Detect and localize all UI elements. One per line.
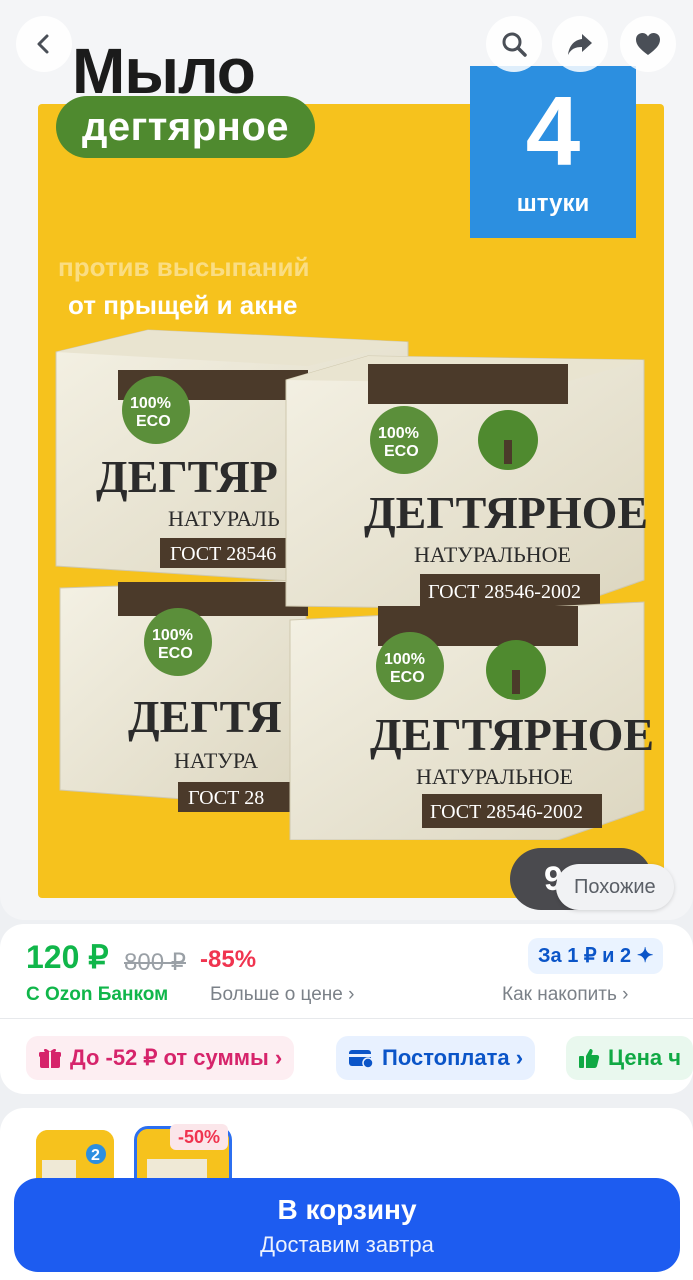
soap-bar: ДЕГТЯРНОЕ НАТУРАЛЬНОЕ ГОСТ 28546-2002 10… <box>289 601 654 840</box>
divider <box>0 1018 693 1019</box>
card-icon <box>349 1050 374 1068</box>
bonus-points-badge[interactable]: За 1 ₽ и 2 ✦ <box>528 938 664 974</box>
svg-text:НАТУРАЛЬНОЕ: НАТУРАЛЬНОЕ <box>416 764 573 789</box>
how-to-save-link[interactable]: Как накопить › <box>502 984 629 1006</box>
svg-text:ДЕГТЯ: ДЕГТЯ <box>128 691 282 742</box>
svg-text:ГОСТ 28546-2002: ГОСТ 28546-2002 <box>430 801 583 823</box>
variant-count-label: 2 <box>91 1147 100 1164</box>
svg-text:ГОСТ 28546-2002: ГОСТ 28546-2002 <box>428 581 581 603</box>
svg-text:ГОСТ 28546: ГОСТ 28546 <box>170 543 276 565</box>
svg-text:ДЕГТЯРНОЕ: ДЕГТЯРНОЕ <box>364 487 648 538</box>
svg-text:НАТУРАЛЬНОЕ: НАТУРАЛЬНОЕ <box>414 542 571 567</box>
add-to-cart-button[interactable]: В корзину Доставим завтра <box>14 1178 680 1272</box>
old-price: 800 ₽ <box>124 949 186 976</box>
add-to-cart-label: В корзину <box>277 1194 417 1225</box>
price-chip-label: Цена ч <box>608 1045 681 1070</box>
share-arrow-icon <box>568 34 592 55</box>
soap-bar: ДЕГТЯ НАТУРА ГОСТ 28 100% ECO <box>59 579 308 812</box>
heart-icon <box>636 33 660 55</box>
postpay-chip-label: Постоплата › <box>382 1045 524 1070</box>
chevron-left-icon <box>37 34 49 54</box>
price-card: 120 ₽ 800 ₽ -85% За 1 ₽ и 2 ✦ С Ozon Бан… <box>0 924 693 1094</box>
pack-count-unit: штуки <box>516 190 590 217</box>
ozon-bank-label: С Ozon Банком <box>26 984 169 1005</box>
product-gallery[interactable]: ДЕГТЯР НАТУРАЛЬ ГОСТ 28546 100% ECO ДЕГТ… <box>0 0 693 920</box>
tagline-line-2: от прыщей и акне <box>68 290 298 320</box>
search-icon <box>502 32 527 57</box>
svg-text:100%: 100% <box>378 425 419 442</box>
variant-discount-badge: -50% <box>170 1124 229 1150</box>
discount-chip-label: До -52 ₽ от суммы › <box>70 1045 283 1070</box>
soap-bar: ДЕГТЯРНОЕ НАТУРАЛЬНОЕ ГОСТ 28546-2002 10… <box>285 355 648 611</box>
delivery-label: Доставим завтра <box>260 1232 434 1257</box>
current-price: 120 ₽ <box>26 939 109 975</box>
svg-text:100%: 100% <box>130 395 171 412</box>
svg-text:НАТУРАЛЬ: НАТУРАЛЬ <box>168 506 280 531</box>
postpay-chip[interactable]: Постоплата › <box>336 1036 536 1080</box>
svg-text:ECO: ECO <box>384 443 419 460</box>
more-about-price-link[interactable]: Больше о цене › <box>210 984 354 1006</box>
thumbs-up-icon <box>579 1049 600 1068</box>
pack-count-number: 4 <box>525 76 581 186</box>
svg-text:ДЕГТЯР: ДЕГТЯР <box>96 451 278 502</box>
svg-text:100%: 100% <box>152 627 193 644</box>
discount-chip[interactable]: До -52 ₽ от суммы › <box>26 1036 295 1080</box>
gift-icon <box>39 1048 61 1068</box>
similar-button[interactable]: Похожие <box>556 864 674 910</box>
pack-count-badge: 4 штуки <box>470 66 636 238</box>
soap-bars-illustration: ДЕГТЯР НАТУРАЛЬ ГОСТ 28546 100% ECO ДЕГТ… <box>55 329 654 840</box>
tagline-line-1: против высыпаний <box>58 252 310 282</box>
svg-text:НАТУРА: НАТУРА <box>174 748 258 773</box>
svg-text:ECO: ECO <box>158 645 193 662</box>
favorite-button[interactable] <box>620 16 676 72</box>
product-page: ДЕГТЯР НАТУРАЛЬ ГОСТ 28546 100% ECO ДЕГТ… <box>0 0 693 1280</box>
price-chip[interactable]: Цена ч <box>566 1036 693 1080</box>
svg-text:ECO: ECO <box>390 669 425 686</box>
share-button[interactable] <box>552 16 608 72</box>
back-button[interactable] <box>16 16 72 72</box>
svg-text:ДЕГТЯРНОЕ: ДЕГТЯРНОЕ <box>370 709 654 760</box>
image-title-pill: дегтярное <box>56 96 315 158</box>
svg-text:ГОСТ 28: ГОСТ 28 <box>188 787 264 809</box>
image-tagline: против высыпаний от прыщей и акне <box>58 248 309 324</box>
svg-text:ECO: ECO <box>136 413 171 430</box>
svg-text:100%: 100% <box>384 651 425 668</box>
discount-percent: -85% <box>200 946 257 973</box>
search-button[interactable] <box>486 16 542 72</box>
